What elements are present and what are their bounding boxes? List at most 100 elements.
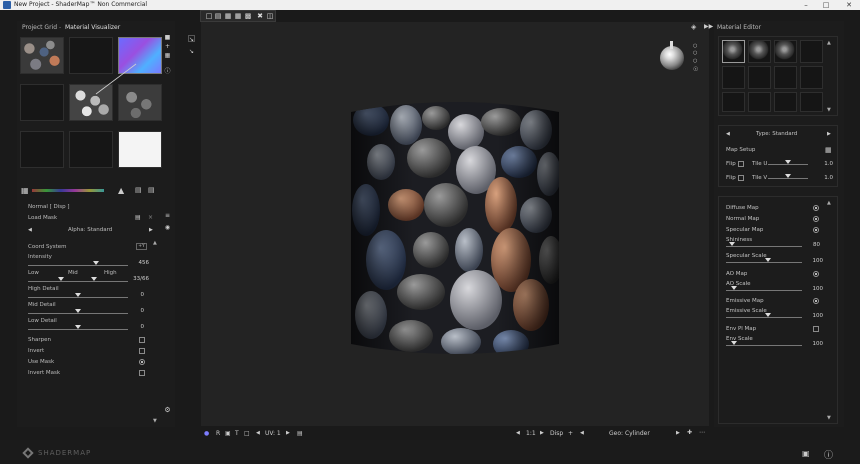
intensity-slider-track[interactable] <box>28 265 128 266</box>
emissive-map-toggle[interactable] <box>813 298 819 304</box>
settings-sliders-icon[interactable]: ≡ <box>164 212 171 219</box>
env-map-checkbox[interactable] <box>813 326 819 332</box>
light-direction-sphere[interactable] <box>660 46 684 70</box>
normal-map-toggle[interactable] <box>813 216 819 222</box>
minimize-button[interactable]: – <box>797 0 815 10</box>
uv-next-arrow[interactable]: ▶ <box>286 430 290 436</box>
env-scale-slider-track[interactable] <box>726 345 802 346</box>
channel-strip-icon[interactable] <box>32 189 104 192</box>
calendar-icon[interactable]: ▦ <box>825 146 832 154</box>
type-prev-arrow[interactable]: ◀ <box>726 131 730 137</box>
material-slot-empty[interactable] <box>800 92 823 112</box>
frame-prev-arrow[interactable]: ◀ <box>516 430 520 436</box>
maps-scroll-up[interactable]: ▲ <box>827 200 831 206</box>
material-slot-empty[interactable] <box>722 66 745 89</box>
sharpen-checkbox[interactable] <box>139 337 145 343</box>
shininess-slider-track[interactable] <box>726 246 802 247</box>
tools-icon[interactable]: ✖ <box>256 12 264 20</box>
material-slot-empty[interactable] <box>722 92 745 112</box>
camera-icon[interactable]: ◈ <box>691 23 696 31</box>
load-mask-button[interactable]: ▤ <box>135 214 141 221</box>
tab-project-grid[interactable]: Project Grid <box>22 24 57 31</box>
save-icon[interactable]: ▦ <box>224 12 232 20</box>
info-icon[interactable]: ⓘ <box>164 68 171 75</box>
move-icon[interactable]: ✚ <box>687 429 692 436</box>
type-next-arrow[interactable]: ▶ <box>827 131 831 137</box>
alpha-prev-arrow[interactable]: ◀ <box>28 227 32 233</box>
viewport-option-icon[interactable]: ○ <box>693 43 697 49</box>
use-mask-toggle[interactable] <box>139 359 145 365</box>
material-slot-empty[interactable] <box>748 92 771 112</box>
frequency-range-slider-track[interactable] <box>28 281 128 282</box>
map-stack-icon[interactable]: ▤ <box>135 186 142 194</box>
high-detail-slider-track[interactable] <box>28 297 128 298</box>
material-slot-2[interactable] <box>748 40 771 63</box>
plugin-icon[interactable]: ◫ <box>266 12 274 20</box>
specular-scale-slider-track[interactable] <box>726 262 802 263</box>
material-slot-empty[interactable] <box>774 66 797 89</box>
disp-add-icon[interactable]: + <box>568 430 573 437</box>
gear-icon[interactable]: ⚙ <box>164 407 171 414</box>
empty-node-slot[interactable] <box>20 84 64 121</box>
ao-scale-slider-knob[interactable] <box>730 286 737 290</box>
material-slot-3[interactable] <box>774 40 797 63</box>
bake-icon[interactable]: ▲ <box>118 186 124 195</box>
new-project-icon[interactable]: □ <box>205 12 213 20</box>
ao-map-toggle[interactable] <box>813 271 819 277</box>
cylinder-preview[interactable] <box>351 100 559 358</box>
add-node-icon[interactable]: + <box>164 43 171 50</box>
help-icon[interactable]: ⓘ <box>824 448 833 461</box>
tab-material-visualizer[interactable]: Material Visualizer <box>65 24 120 31</box>
material-slot-empty[interactable] <box>748 66 771 89</box>
channel-box-icon[interactable]: □ <box>244 430 250 437</box>
specular-map-toggle[interactable] <box>813 227 819 233</box>
invert-mask-checkbox[interactable] <box>139 370 145 376</box>
empty-node-slot[interactable] <box>69 131 113 168</box>
empty-node-slot[interactable] <box>20 131 64 168</box>
material-slot-1[interactable] <box>722 40 745 63</box>
high-detail-slider-knob[interactable] <box>75 293 81 297</box>
uv-prev-arrow[interactable]: ◀ <box>256 430 260 436</box>
mid-detail-slider-knob[interactable] <box>75 309 81 313</box>
material-slot-empty[interactable] <box>800 40 823 63</box>
frame-next-arrow[interactable]: ▶ <box>540 430 544 436</box>
visibility-icon[interactable]: ◉ <box>164 224 171 231</box>
light-bulb-icon[interactable]: ☉ <box>693 66 698 73</box>
layout-toggle-icon[interactable]: ▣ <box>802 449 810 458</box>
emissive-scale-slider-knob[interactable] <box>764 313 771 317</box>
viewport-option-icon[interactable]: ○ <box>693 58 697 64</box>
tile-v-slider-track[interactable] <box>768 178 808 179</box>
channel-toggle-icon[interactable]: ▣ <box>225 430 231 437</box>
geo-next-arrow[interactable]: ▶ <box>676 430 680 436</box>
scroll-up-arrow[interactable]: ▲ <box>153 240 157 246</box>
material-slot-empty[interactable] <box>774 92 797 112</box>
viewport-option-icon[interactable]: ○ <box>693 50 697 56</box>
geo-prev-arrow[interactable]: ◀ <box>580 430 584 436</box>
specular-map-node[interactable] <box>118 131 162 168</box>
map-stack-alt-icon[interactable]: ▤ <box>148 186 155 194</box>
t-channel-icon[interactable]: T <box>235 430 239 437</box>
low-detail-slider-knob[interactable] <box>75 325 81 329</box>
arrange-nodes-icon[interactable]: ↘ <box>188 35 195 43</box>
close-button[interactable]: ✕ <box>840 0 858 10</box>
more-icon[interactable]: ⋯ <box>699 429 705 436</box>
emissive-scale-slider-track[interactable] <box>726 317 802 318</box>
diffuse-map-toggle[interactable] <box>813 205 819 211</box>
grid-view-icon[interactable]: ▦ <box>21 186 29 195</box>
render-mode-icon[interactable]: ● <box>204 430 209 437</box>
slots-scroll-up[interactable]: ▲ <box>827 40 831 46</box>
clear-mask-icon[interactable]: × <box>148 214 153 221</box>
r-channel-icon[interactable]: R <box>216 430 220 437</box>
expand-panel-icon[interactable]: ▶▶ <box>704 23 713 30</box>
export-icon[interactable]: ▩ <box>244 12 252 20</box>
slots-scroll-down[interactable]: ▼ <box>827 107 831 113</box>
fit-view-icon[interactable]: ▤ <box>297 430 303 437</box>
specular-scale-slider-knob[interactable] <box>764 258 771 262</box>
intensity-slider-knob[interactable] <box>93 261 99 265</box>
source-image-node[interactable] <box>20 37 64 74</box>
connect-nodes-icon[interactable]: ↘ <box>188 48 195 55</box>
tile-u-slider-track[interactable] <box>768 164 808 165</box>
save-node-icon[interactable]: ▦ <box>164 52 171 59</box>
frequency-range-high-knob[interactable] <box>91 277 97 281</box>
shininess-slider-knob[interactable] <box>729 242 736 246</box>
